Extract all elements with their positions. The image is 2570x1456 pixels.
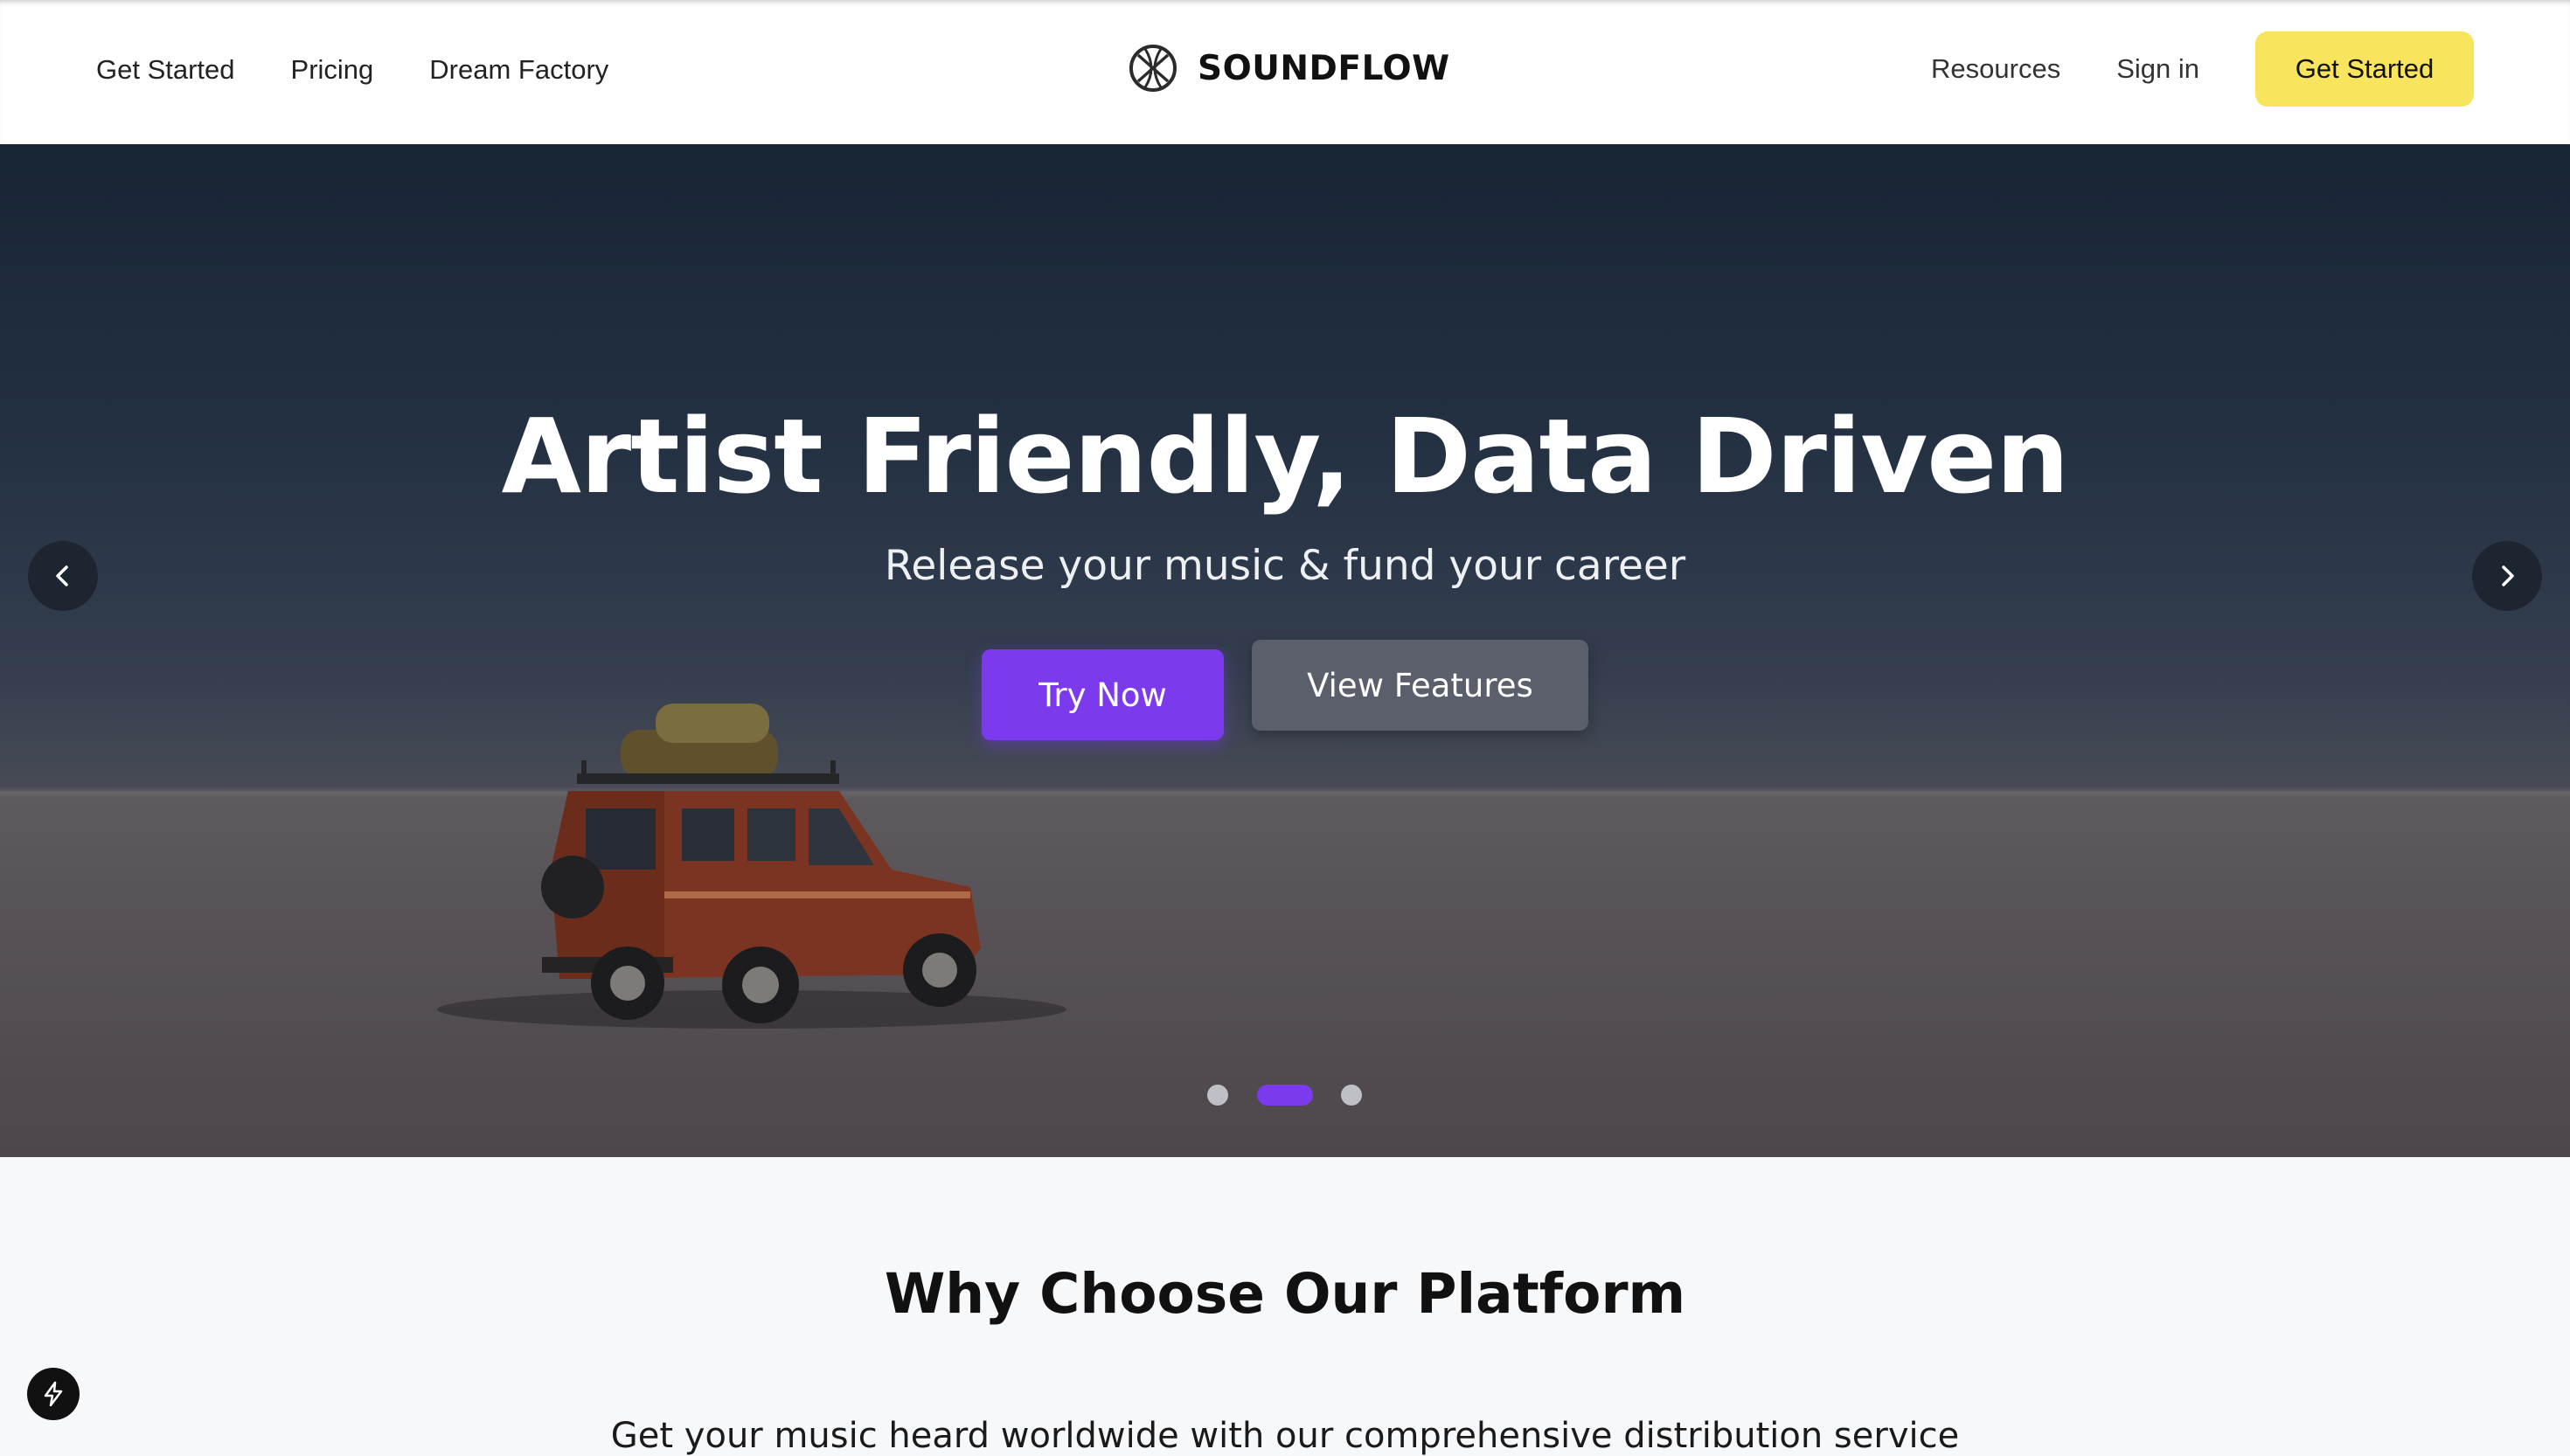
chevron-left-icon bbox=[56, 565, 68, 586]
carousel-prev-button[interactable] bbox=[28, 541, 98, 611]
primary-nav: Get Started Pricing Dream Factory bbox=[96, 49, 608, 91]
section-title: Why Choose Our Platform bbox=[884, 1262, 1686, 1326]
carousel-dot-1[interactable] bbox=[1207, 1085, 1228, 1106]
secondary-nav: Resources Sign in Get Started bbox=[1931, 31, 2474, 107]
hero-carousel: Artist Friendly, Data Driven Release you… bbox=[0, 144, 2570, 1157]
chevron-right-icon bbox=[2502, 565, 2514, 586]
lightning-bolt-icon bbox=[44, 1381, 63, 1407]
hero-subtitle: Release your music & fund your career bbox=[884, 542, 1686, 590]
carousel-next-button[interactable] bbox=[2472, 541, 2542, 611]
nav-link-pricing[interactable]: Pricing bbox=[291, 54, 374, 86]
nav-link-dream-factory[interactable]: Dream Factory bbox=[429, 54, 608, 86]
nav-link-get-started[interactable]: Get Started bbox=[96, 54, 235, 86]
brand-logo-link[interactable]: SOUNDFLOW bbox=[1128, 42, 1450, 94]
try-now-button[interactable]: Try Now bbox=[982, 649, 1224, 740]
brand-name: SOUNDFLOW bbox=[1198, 48, 1450, 88]
carousel-dot-2-active[interactable] bbox=[1257, 1085, 1313, 1106]
hero-title: Artist Friendly, Data Driven bbox=[501, 396, 2070, 517]
nav-link-resources[interactable]: Resources bbox=[1931, 53, 2060, 85]
top-navigation-bar: Get Started Pricing Dream Factory SOUNDF… bbox=[0, 0, 2570, 144]
nav-link-sign-in[interactable]: Sign in bbox=[2116, 53, 2199, 85]
carousel-dot-3[interactable] bbox=[1341, 1085, 1362, 1106]
get-started-button[interactable]: Get Started bbox=[2255, 31, 2474, 107]
section-description: Get your music heard worldwide with our … bbox=[610, 1416, 1960, 1456]
view-features-button[interactable]: View Features bbox=[1252, 640, 1588, 731]
globe-logo-icon bbox=[1129, 45, 1177, 92]
carousel-indicators bbox=[0, 1083, 2570, 1106]
quick-action-button[interactable] bbox=[27, 1368, 80, 1420]
